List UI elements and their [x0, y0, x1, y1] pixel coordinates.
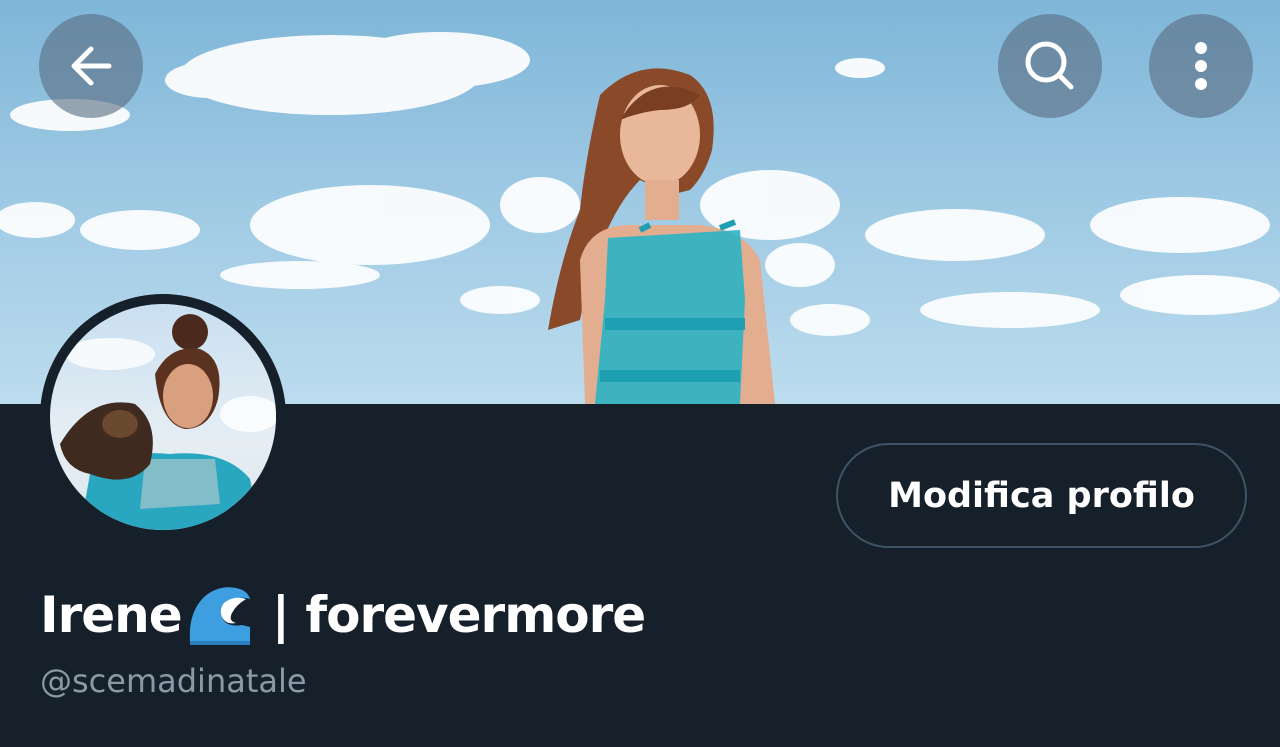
- avatar[interactable]: [40, 294, 286, 540]
- arrow-left-icon: [71, 46, 112, 86]
- more-options-button[interactable]: [1149, 14, 1253, 118]
- display-name-rest: | forevermore: [271, 586, 647, 644]
- search-button[interactable]: [998, 14, 1102, 118]
- avatar-photo-image: [60, 314, 276, 530]
- edit-profile-button[interactable]: Modifica profilo: [836, 443, 1247, 548]
- back-button[interactable]: [39, 14, 143, 118]
- display-name-first: Irene: [40, 586, 183, 644]
- display-name: Irene | forevermore: [40, 582, 647, 648]
- avatar-photo: [50, 304, 276, 530]
- search-icon: [1025, 41, 1074, 90]
- water-wave-emoji-icon: [184, 583, 254, 647]
- user-handle: @scemadinatale: [40, 662, 307, 700]
- more-vertical-icon: [1195, 42, 1207, 90]
